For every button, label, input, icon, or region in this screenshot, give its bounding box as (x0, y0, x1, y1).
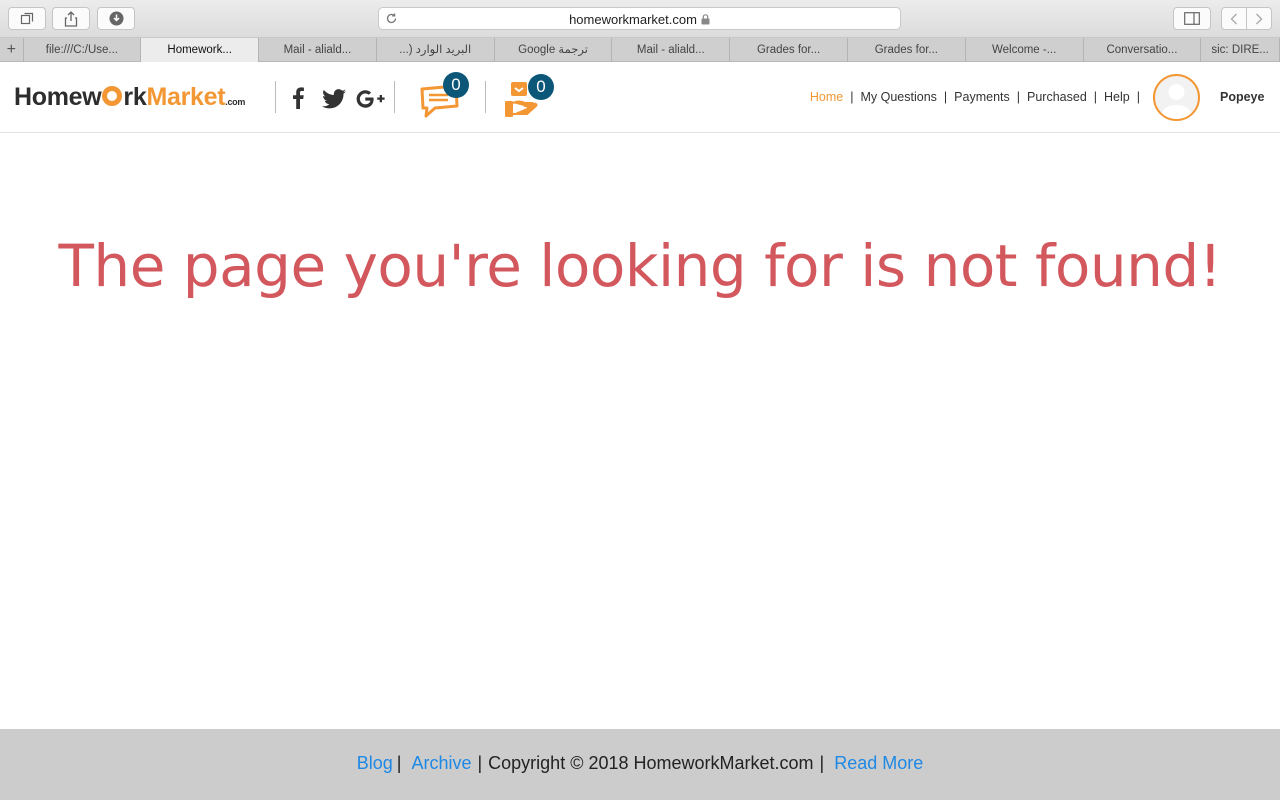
footer-separator: | (477, 753, 483, 773)
new-tab-button[interactable]: + (0, 38, 24, 62)
lifebuoy-icon (102, 86, 123, 106)
browser-tab-active[interactable]: Homework... (141, 38, 260, 62)
not-found-message: The page you're looking for is not found… (58, 232, 1222, 300)
logo-suffix: .com (225, 97, 246, 107)
share-button[interactable] (52, 7, 90, 30)
nav-separator: | (943, 90, 948, 104)
downloads-button[interactable] (97, 7, 135, 30)
nav-separator: | (1093, 90, 1098, 104)
nav-home[interactable]: Home (810, 90, 843, 104)
site-footer: Blog | Archive | Copyright © 2018 HomeworkM… (0, 729, 1280, 800)
nav-help[interactable]: Help (1104, 90, 1130, 104)
forward-button[interactable] (1246, 7, 1272, 30)
site-header: Homew rkMarket.com 0 0 Home | My Question… (0, 62, 1280, 133)
chevron-right-icon (1256, 13, 1263, 24)
nav-purchased[interactable]: Purchased (1027, 90, 1087, 104)
twitter-icon[interactable] (322, 89, 346, 114)
share-icon (64, 10, 78, 27)
browser-toolbar: homeworkmarket.com (0, 0, 1280, 38)
messages-button[interactable]: 0 (420, 72, 469, 123)
footer-archive-link[interactable]: Archive (411, 753, 471, 773)
notifications-count-badge: 0 (528, 74, 554, 100)
tabs-icon (20, 12, 34, 24)
browser-tab[interactable]: Grades for... (730, 38, 848, 62)
browser-tab[interactable]: Mail - aliald... (612, 38, 731, 62)
browser-tab[interactable]: البريد الوارد (... (377, 38, 495, 62)
nav-separator: | (850, 90, 854, 104)
back-button[interactable] (1221, 7, 1247, 30)
header-divider (275, 81, 276, 113)
user-silhouette-icon (1160, 84, 1193, 119)
footer-read-more-link[interactable]: Read More (834, 753, 923, 773)
nav-separator: | (1136, 90, 1140, 104)
browser-tab[interactable]: Welcome -... (966, 38, 1084, 62)
google-plus-icon[interactable] (356, 90, 386, 113)
browser-tab[interactable]: Mail - aliald... (259, 38, 377, 62)
footer-separator: | (819, 753, 825, 773)
header-divider (485, 81, 486, 113)
browser-tab[interactable]: file:///C:/Use... (24, 38, 142, 62)
sidebar-icon (1184, 12, 1200, 25)
nav-payments[interactable]: Payments (954, 90, 1010, 104)
footer-copyright: Copyright © 2018 HomeworkMarket.com (488, 753, 814, 773)
chevron-left-icon (1230, 13, 1237, 24)
messages-count-badge: 0 (443, 72, 469, 98)
download-icon (109, 11, 123, 26)
nav-my-questions[interactable]: My Questions (861, 90, 937, 104)
browser-tab[interactable]: Grades for... (848, 38, 966, 62)
tab-strip: + file:///C:/Use... Homework... Mail - a… (0, 38, 1280, 62)
address-bar[interactable]: homeworkmarket.com (378, 7, 901, 30)
user-avatar[interactable] (1153, 74, 1200, 121)
plus-icon: + (6, 41, 16, 58)
show-all-tabs-button[interactable] (8, 7, 46, 30)
lock-icon (701, 13, 710, 28)
url-text: homeworkmarket.com (569, 12, 697, 27)
browser-tab[interactable]: Google ترجمة (495, 38, 613, 62)
footer-separator: | (396, 753, 402, 773)
browser-tab[interactable]: sic: DIRE... (1201, 38, 1280, 62)
username[interactable]: Popeye (1220, 90, 1264, 104)
header-divider (394, 81, 395, 113)
facebook-icon[interactable] (291, 87, 305, 114)
logo-text-part2: rk (123, 83, 147, 111)
nav-separator: | (1016, 90, 1021, 104)
sidebar-button[interactable] (1173, 7, 1211, 30)
main-nav: Home | My Questions | Payments | Purchas… (810, 90, 1147, 104)
notifications-button[interactable]: 0 (505, 74, 554, 123)
site-logo[interactable]: Homew rkMarket.com (14, 83, 245, 112)
logo-text-part1: Homew (14, 83, 102, 111)
footer-blog-link[interactable]: Blog (357, 753, 393, 773)
logo-text-part3: Market (146, 83, 226, 111)
browser-tab[interactable]: Conversatio... (1084, 38, 1202, 62)
